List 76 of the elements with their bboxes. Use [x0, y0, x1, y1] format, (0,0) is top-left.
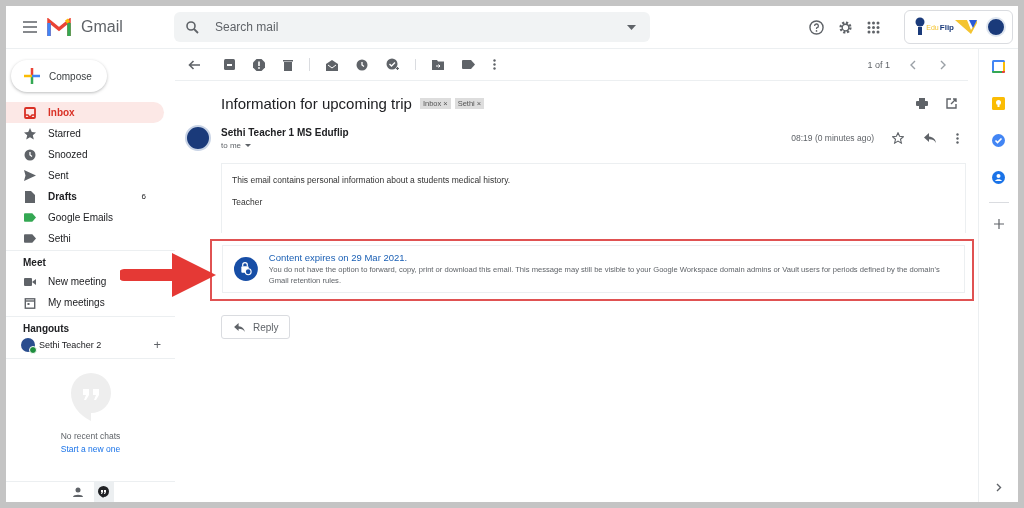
nav-item[interactable]: Snoozed: [6, 144, 164, 165]
add-task-icon[interactable]: [386, 58, 399, 71]
calendar-icon: [24, 296, 36, 309]
search-icon: [186, 20, 199, 34]
add-contact-button[interactable]: +: [153, 337, 161, 352]
meet-item[interactable]: My meetings: [6, 292, 109, 313]
nav-item[interactable]: Inbox: [6, 102, 164, 123]
sidebar-tab[interactable]: [93, 482, 114, 502]
logo-text: Flip: [939, 22, 954, 32]
expand-chevron-icon[interactable]: [995, 483, 1002, 492]
pager-count: 1 of 1: [867, 59, 890, 70]
sender-avatar: [185, 125, 211, 151]
sender-name: Sethi Teacher 1 MS Eduflip: [221, 126, 349, 138]
label-icon[interactable]: [462, 60, 475, 69]
video-camera-icon: [24, 277, 36, 286]
gmail-logo-icon[interactable]: [47, 18, 71, 36]
nav-item[interactable]: Starred: [6, 123, 164, 144]
open-in-new-window-icon[interactable]: [946, 97, 957, 109]
trash-icon[interactable]: [283, 58, 293, 71]
nav-item[interactable]: Drafts 6: [6, 186, 164, 207]
calendar-icon[interactable]: [992, 60, 1005, 73]
notice-title: Content expires on 29 Mar 2021.: [268, 252, 409, 263]
mark-unread-icon[interactable]: [326, 58, 338, 71]
section-heading: Hangouts: [22, 323, 71, 336]
contacts-icon[interactable]: [992, 171, 1005, 184]
section-heading: Meet: [22, 257, 47, 270]
move-to-folder-icon[interactable]: [432, 59, 444, 70]
previous-icon[interactable]: [910, 59, 916, 70]
search-bar[interactable]: Search mail: [174, 12, 650, 42]
settings-icon[interactable]: [838, 19, 854, 35]
menu-icon[interactable]: [23, 21, 37, 33]
message-text: Teacher: [232, 197, 264, 207]
nav-item[interactable]: Sent: [6, 165, 164, 186]
unread-count: 6: [141, 192, 146, 201]
label-icon: [24, 234, 36, 243]
tasks-icon[interactable]: [992, 134, 1005, 147]
message-time: 08:19 (0 minutes ago): [791, 133, 874, 143]
more-options-icon[interactable]: [493, 59, 496, 70]
archive-icon[interactable]: [224, 59, 235, 70]
search-field[interactable]: Search mail: [213, 19, 613, 35]
file-icon: [24, 190, 36, 203]
start-chat-link[interactable]: Start a new one: [60, 444, 121, 454]
more-options-icon[interactable]: [956, 132, 959, 144]
meet-item[interactable]: New meeting: [6, 271, 111, 292]
clock-icon: [24, 148, 36, 161]
empty-message: No recent chats: [60, 431, 121, 441]
lock-clock-icon: [234, 256, 258, 282]
send-icon: [24, 170, 36, 181]
nav-item[interactable]: Sethi: [6, 228, 164, 249]
dropdown-caret-icon[interactable]: [627, 24, 636, 30]
star-icon[interactable]: [892, 132, 904, 144]
next-icon[interactable]: [940, 59, 946, 70]
label-icon: [24, 213, 36, 222]
apps-grid-icon[interactable]: [867, 20, 881, 34]
nav-item[interactable]: Google Emails: [6, 207, 164, 228]
contact-name[interactable]: Sethi Teacher 2: [39, 339, 102, 350]
clock-icon[interactable]: [356, 58, 368, 71]
star-icon: [24, 127, 36, 140]
recipient-text: to me: [221, 140, 241, 150]
plus-icon: [24, 68, 40, 84]
inbox-icon: [24, 106, 36, 119]
dropdown-caret-icon[interactable]: [245, 143, 251, 147]
chat-bubble-icon: [98, 486, 109, 498]
report-spam-icon[interactable]: [253, 58, 265, 71]
back-arrow-icon[interactable]: [188, 59, 200, 70]
reply-icon[interactable]: [924, 133, 936, 143]
person-icon: [72, 487, 83, 497]
reply-button[interactable]: Reply: [221, 315, 290, 339]
plus-icon[interactable]: [993, 219, 1004, 229]
email-subject: Information for upcoming trip: [221, 94, 412, 112]
help-icon[interactable]: [809, 19, 825, 35]
avatar-icon: [986, 17, 1006, 37]
message-text: This email contains personal information about a students medical history.: [232, 175, 512, 185]
reply-icon: [234, 322, 245, 332]
compose-button[interactable]: Compose: [11, 60, 107, 92]
app-name: Gmail: [81, 18, 123, 36]
